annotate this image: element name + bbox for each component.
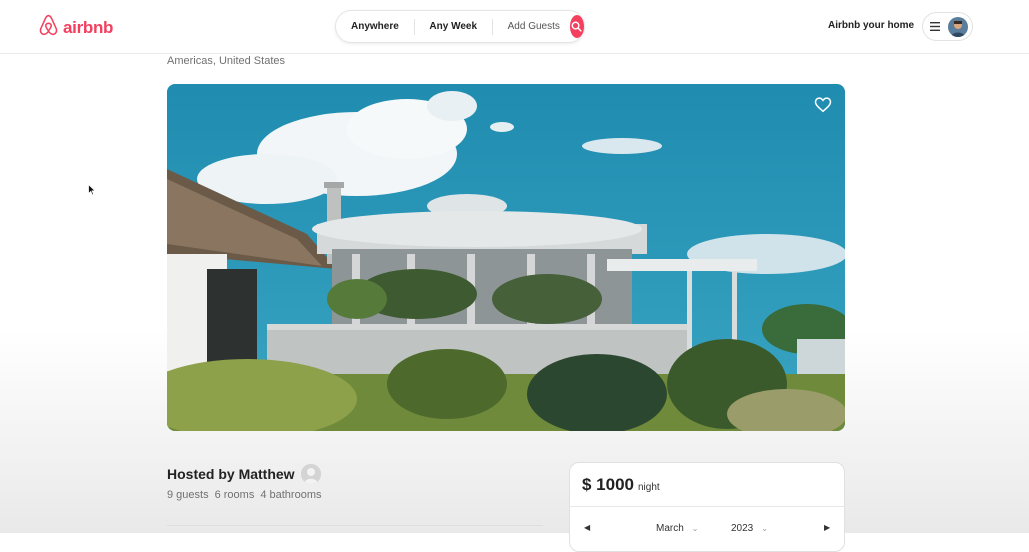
- price-row: $ 1000 night: [582, 475, 660, 495]
- guest-count: 9 guests: [167, 489, 209, 501]
- calendar-header: ◀ March ⌄ 2023 ⌄ ▶: [570, 521, 844, 537]
- airbnb-your-home-link[interactable]: Airbnb your home: [828, 20, 914, 31]
- search-location-button[interactable]: Anywhere: [336, 21, 414, 32]
- caret-left-icon[interactable]: ◀: [584, 523, 590, 532]
- search-button[interactable]: [569, 15, 584, 38]
- room-count: 6 rooms: [214, 489, 255, 501]
- nightly-price: $ 1000: [582, 475, 634, 494]
- search-icon: [572, 21, 583, 32]
- caret-right-icon[interactable]: ▶: [824, 523, 830, 532]
- search-bar[interactable]: Anywhere Any Week Add Guests: [335, 10, 585, 43]
- booking-card: $ 1000 night ◀ March ⌄ 2023 ⌄ ▶: [569, 462, 845, 552]
- year-value: 2023: [731, 523, 754, 534]
- host-info: Hosted by Matthew: [167, 464, 321, 484]
- price-unit: night: [638, 482, 660, 493]
- heart-icon: [814, 97, 832, 113]
- airbnb-logo-icon: [38, 14, 59, 41]
- airbnb-logo[interactable]: airbnb: [38, 14, 113, 41]
- search-guests-button[interactable]: Add Guests: [493, 21, 570, 32]
- bathroom-count: 4 bathrooms: [260, 489, 322, 501]
- listing-hero-image[interactable]: [167, 84, 845, 431]
- host-title: Hosted by Matthew: [167, 466, 295, 482]
- hamburger-icon: [930, 22, 940, 31]
- host-avatar: [300, 464, 321, 484]
- section-divider: [167, 525, 543, 526]
- search-date-button[interactable]: Any Week: [414, 21, 492, 32]
- chevron-down-icon: ⌄: [761, 524, 768, 533]
- airbnb-logo-text: airbnb: [63, 17, 114, 37]
- month-select[interactable]: March ⌄: [656, 523, 699, 534]
- favorite-button[interactable]: [814, 96, 832, 118]
- chevron-down-icon: ⌄: [691, 524, 699, 533]
- booking-divider: [570, 506, 844, 507]
- avatar: [948, 16, 968, 37]
- month-value: March: [656, 523, 684, 534]
- listing-stats: 9 guests 6 rooms 4 bathrooms: [167, 489, 322, 501]
- top-navbar: airbnb Anywhere Any Week Add Guests Airb…: [0, 0, 1029, 54]
- year-select[interactable]: 2023 ⌄: [731, 523, 768, 534]
- mouse-cursor-icon: [88, 183, 97, 201]
- user-menu-button[interactable]: [922, 12, 973, 41]
- listing-location: Americas, United States: [167, 55, 285, 67]
